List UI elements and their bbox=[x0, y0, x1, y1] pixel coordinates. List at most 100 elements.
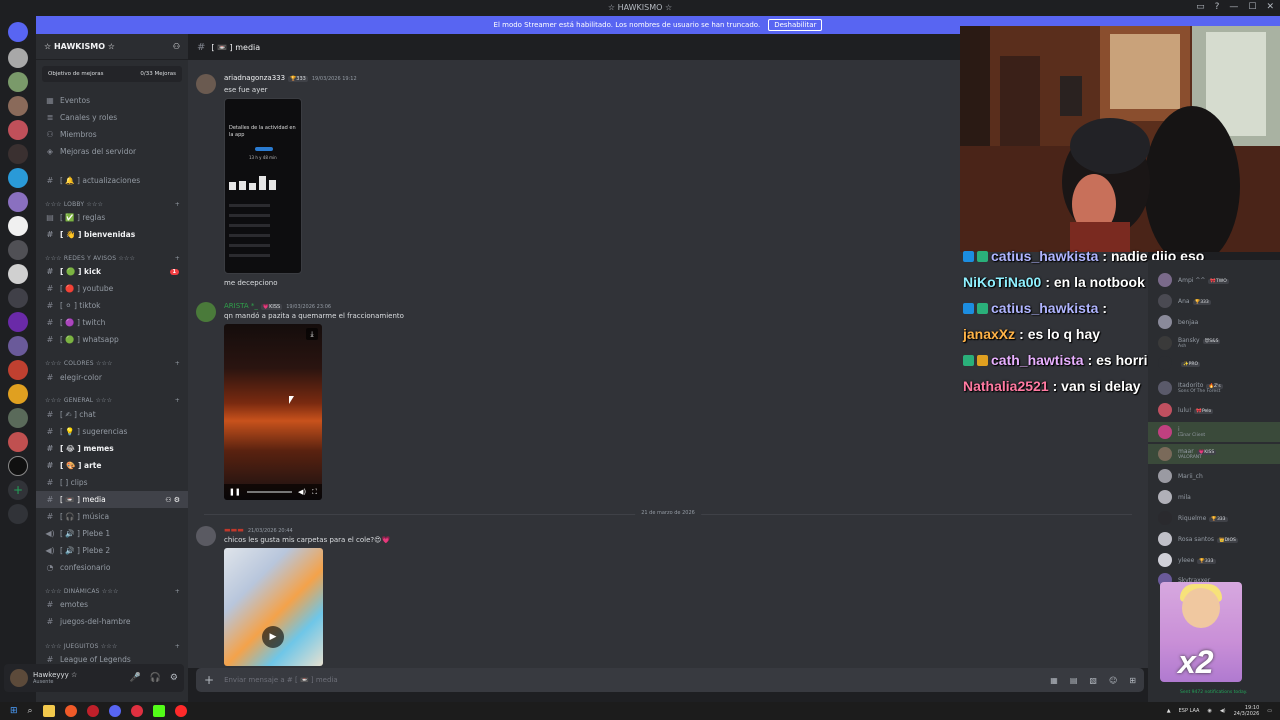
server-icon[interactable] bbox=[8, 360, 28, 380]
member-item[interactable]: ✨PRO bbox=[1148, 353, 1280, 373]
microphone-muted-icon[interactable]: 🎤 bbox=[129, 673, 140, 683]
avatar[interactable] bbox=[196, 302, 216, 322]
server-icon[interactable] bbox=[8, 312, 28, 332]
channel-confesionario[interactable]: ◔ confesionario bbox=[36, 559, 188, 576]
maximize-icon[interactable]: ☐ bbox=[1248, 2, 1256, 12]
message-author[interactable]: ariadnagonza333 bbox=[224, 74, 285, 82]
start-icon[interactable]: ⊞ bbox=[10, 706, 18, 716]
voice-plebe-1[interactable]: ◀)[ 🔊 ] Plebe 1 bbox=[36, 525, 188, 542]
server-icon[interactable] bbox=[8, 456, 28, 476]
channel-kick[interactable]: #[ 🟢 ] kick 1 bbox=[36, 263, 188, 280]
add-channel-icon[interactable]: + bbox=[175, 643, 180, 650]
member-item[interactable]: benjaa bbox=[1148, 312, 1280, 332]
server-icon[interactable] bbox=[8, 216, 28, 236]
member-item[interactable]: Itadorito 🔥Z's Sons Of The Forest bbox=[1148, 378, 1280, 398]
menu-server-boost[interactable]: ◈ Mejoras del servidor bbox=[36, 143, 188, 160]
server-icon[interactable] bbox=[8, 264, 28, 284]
member-item[interactable]: mila bbox=[1148, 487, 1280, 507]
message-author[interactable]: ARISTA *_ bbox=[224, 302, 258, 310]
channel-juegos-del-hambre[interactable]: # juegos-del-hambre bbox=[36, 613, 188, 630]
headphones-icon[interactable]: 🎧 bbox=[150, 673, 161, 683]
channel-emotes[interactable]: # emotes bbox=[36, 596, 188, 613]
member-item[interactable]: Riquelme 🏆333 bbox=[1148, 508, 1280, 528]
category-colores[interactable]: ☆☆☆ COLORES ☆☆☆ + bbox=[36, 356, 188, 370]
gift-icon[interactable]: ▦ bbox=[1050, 676, 1058, 685]
chevron-up-icon[interactable]: ▲ bbox=[1167, 708, 1171, 714]
search-icon[interactable]: ⌕ bbox=[28, 706, 33, 716]
menu-channels-roles[interactable]: ≣ Canales y roles bbox=[36, 109, 188, 126]
server-icon[interactable] bbox=[8, 240, 28, 260]
notifications-icon[interactable]: ▭ bbox=[1267, 708, 1272, 714]
kick-icon[interactable] bbox=[152, 705, 165, 717]
app-icon[interactable] bbox=[86, 705, 99, 717]
boost-goal[interactable]: Objetivo de mejoras 0/33 Mejoras bbox=[42, 66, 182, 82]
avatar[interactable] bbox=[10, 669, 28, 687]
add-server-icon[interactable]: + bbox=[8, 480, 28, 500]
gif-icon[interactable]: ▤ bbox=[1070, 676, 1078, 685]
channel-whatsapp[interactable]: #[ 🟢 ] whatsapp bbox=[36, 331, 188, 348]
keyboard-language[interactable]: ESP LAA bbox=[1179, 708, 1200, 714]
member-item[interactable]: lulu! 🎀Pelo bbox=[1148, 400, 1280, 420]
brave-icon[interactable] bbox=[64, 705, 77, 717]
category-general[interactable]: ☆☆☆ GENERAL ☆☆☆ + bbox=[36, 393, 188, 407]
channel-bienvenidas[interactable]: #[ 👋 ] bienvenidas bbox=[36, 226, 188, 243]
add-channel-icon[interactable]: + bbox=[175, 201, 180, 208]
message-author[interactable]: ▬▬▬ bbox=[224, 526, 244, 534]
member-item[interactable]: Marii_ch bbox=[1148, 466, 1280, 486]
channel-elegir-color[interactable]: # elegir-color bbox=[36, 369, 188, 386]
channel-settings-icon[interactable]: ⚇ ⚙ bbox=[165, 496, 180, 504]
channel-media[interactable]: #[ 📼 ] media ⚇ ⚙ bbox=[36, 491, 188, 508]
volume-icon[interactable]: ◀) bbox=[1220, 708, 1226, 714]
server-icon[interactable] bbox=[8, 408, 28, 428]
member-item[interactable]: Ampi ^^ 🎀TWO bbox=[1148, 270, 1280, 290]
channel-sugerencias[interactable]: #[ 💡 ] sugerencias bbox=[36, 423, 188, 440]
server-icon[interactable] bbox=[8, 384, 28, 404]
server-icon[interactable] bbox=[8, 120, 28, 140]
video-attachment[interactable]: ⤓ ❚❚ ◀) ⛶ bbox=[224, 324, 322, 500]
add-channel-icon[interactable]: + bbox=[175, 588, 180, 595]
member-item[interactable]: Rosa santos 👑DIOS bbox=[1148, 529, 1280, 549]
channel-clips[interactable]: #[ ] clips bbox=[36, 474, 188, 491]
pause-icon[interactable]: ❚❚ bbox=[229, 488, 241, 496]
network-icon[interactable]: ◉ bbox=[1207, 708, 1211, 714]
add-member-icon[interactable]: ⚇ bbox=[173, 42, 180, 51]
fullscreen-icon[interactable]: ⛶ bbox=[312, 488, 317, 497]
youtube-icon[interactable] bbox=[174, 705, 187, 717]
avatar[interactable] bbox=[196, 74, 216, 94]
member-item[interactable]: Ana 🏆333 bbox=[1148, 291, 1280, 311]
menu-members[interactable]: ⚇ Miembros bbox=[36, 126, 188, 143]
member-item[interactable]: i_ Lunar Client bbox=[1148, 422, 1280, 442]
disable-streamer-button[interactable]: Deshabilitar bbox=[768, 19, 823, 31]
channel-memes[interactable]: #[ 😂 ] memes bbox=[36, 440, 188, 457]
apps-icon[interactable]: ⊞ bbox=[1129, 676, 1136, 685]
channel-twitch[interactable]: #[ 🟣 ] twitch bbox=[36, 314, 188, 331]
member-item[interactable]: maar 💗KISS VALORANT bbox=[1148, 444, 1280, 464]
gear-icon[interactable]: ⚙ bbox=[170, 673, 178, 683]
member-item[interactable]: yleee 🏆333 bbox=[1148, 550, 1280, 570]
add-channel-icon[interactable]: + bbox=[175, 255, 180, 262]
clock[interactable]: 19:10 24/3/2026 bbox=[1234, 705, 1260, 717]
channel-musica[interactable]: #[ 🎧 ] música bbox=[36, 508, 188, 525]
channel-youtube[interactable]: #[ 🔴 ] youtube bbox=[36, 280, 188, 297]
volume-icon[interactable]: ◀) bbox=[298, 488, 306, 496]
add-channel-icon[interactable]: + bbox=[175, 360, 180, 367]
server-icon[interactable] bbox=[8, 168, 28, 188]
member-item[interactable]: Bansky 😈S&S Ash bbox=[1148, 333, 1280, 353]
close-icon[interactable]: ✕ bbox=[1266, 2, 1274, 12]
discord-icon[interactable] bbox=[108, 705, 121, 717]
server-icon[interactable] bbox=[8, 336, 28, 356]
seek-bar[interactable] bbox=[246, 491, 292, 493]
server-icon[interactable] bbox=[8, 432, 28, 452]
channel-tiktok[interactable]: #[ ⚪ ] tiktok bbox=[36, 297, 188, 314]
attach-icon[interactable]: + bbox=[204, 673, 214, 687]
message-composer[interactable]: + Enviar mensaje a # [ 📼 ] media ▦ ▤ ▧ ☺… bbox=[196, 668, 1144, 692]
add-channel-icon[interactable]: + bbox=[175, 397, 180, 404]
emoji-icon[interactable]: ☺ bbox=[1109, 676, 1117, 685]
server-icon[interactable] bbox=[8, 144, 28, 164]
minimize-icon[interactable]: — bbox=[1229, 2, 1238, 12]
channel-arte[interactable]: #[ 🎨 ] arte bbox=[36, 457, 188, 474]
dm-home-icon[interactable] bbox=[8, 22, 28, 42]
sticker-icon[interactable]: ▧ bbox=[1089, 676, 1097, 685]
image-attachment[interactable]: Detalles de la actividad en la app 13 h … bbox=[224, 98, 302, 274]
server-icon[interactable] bbox=[8, 96, 28, 116]
